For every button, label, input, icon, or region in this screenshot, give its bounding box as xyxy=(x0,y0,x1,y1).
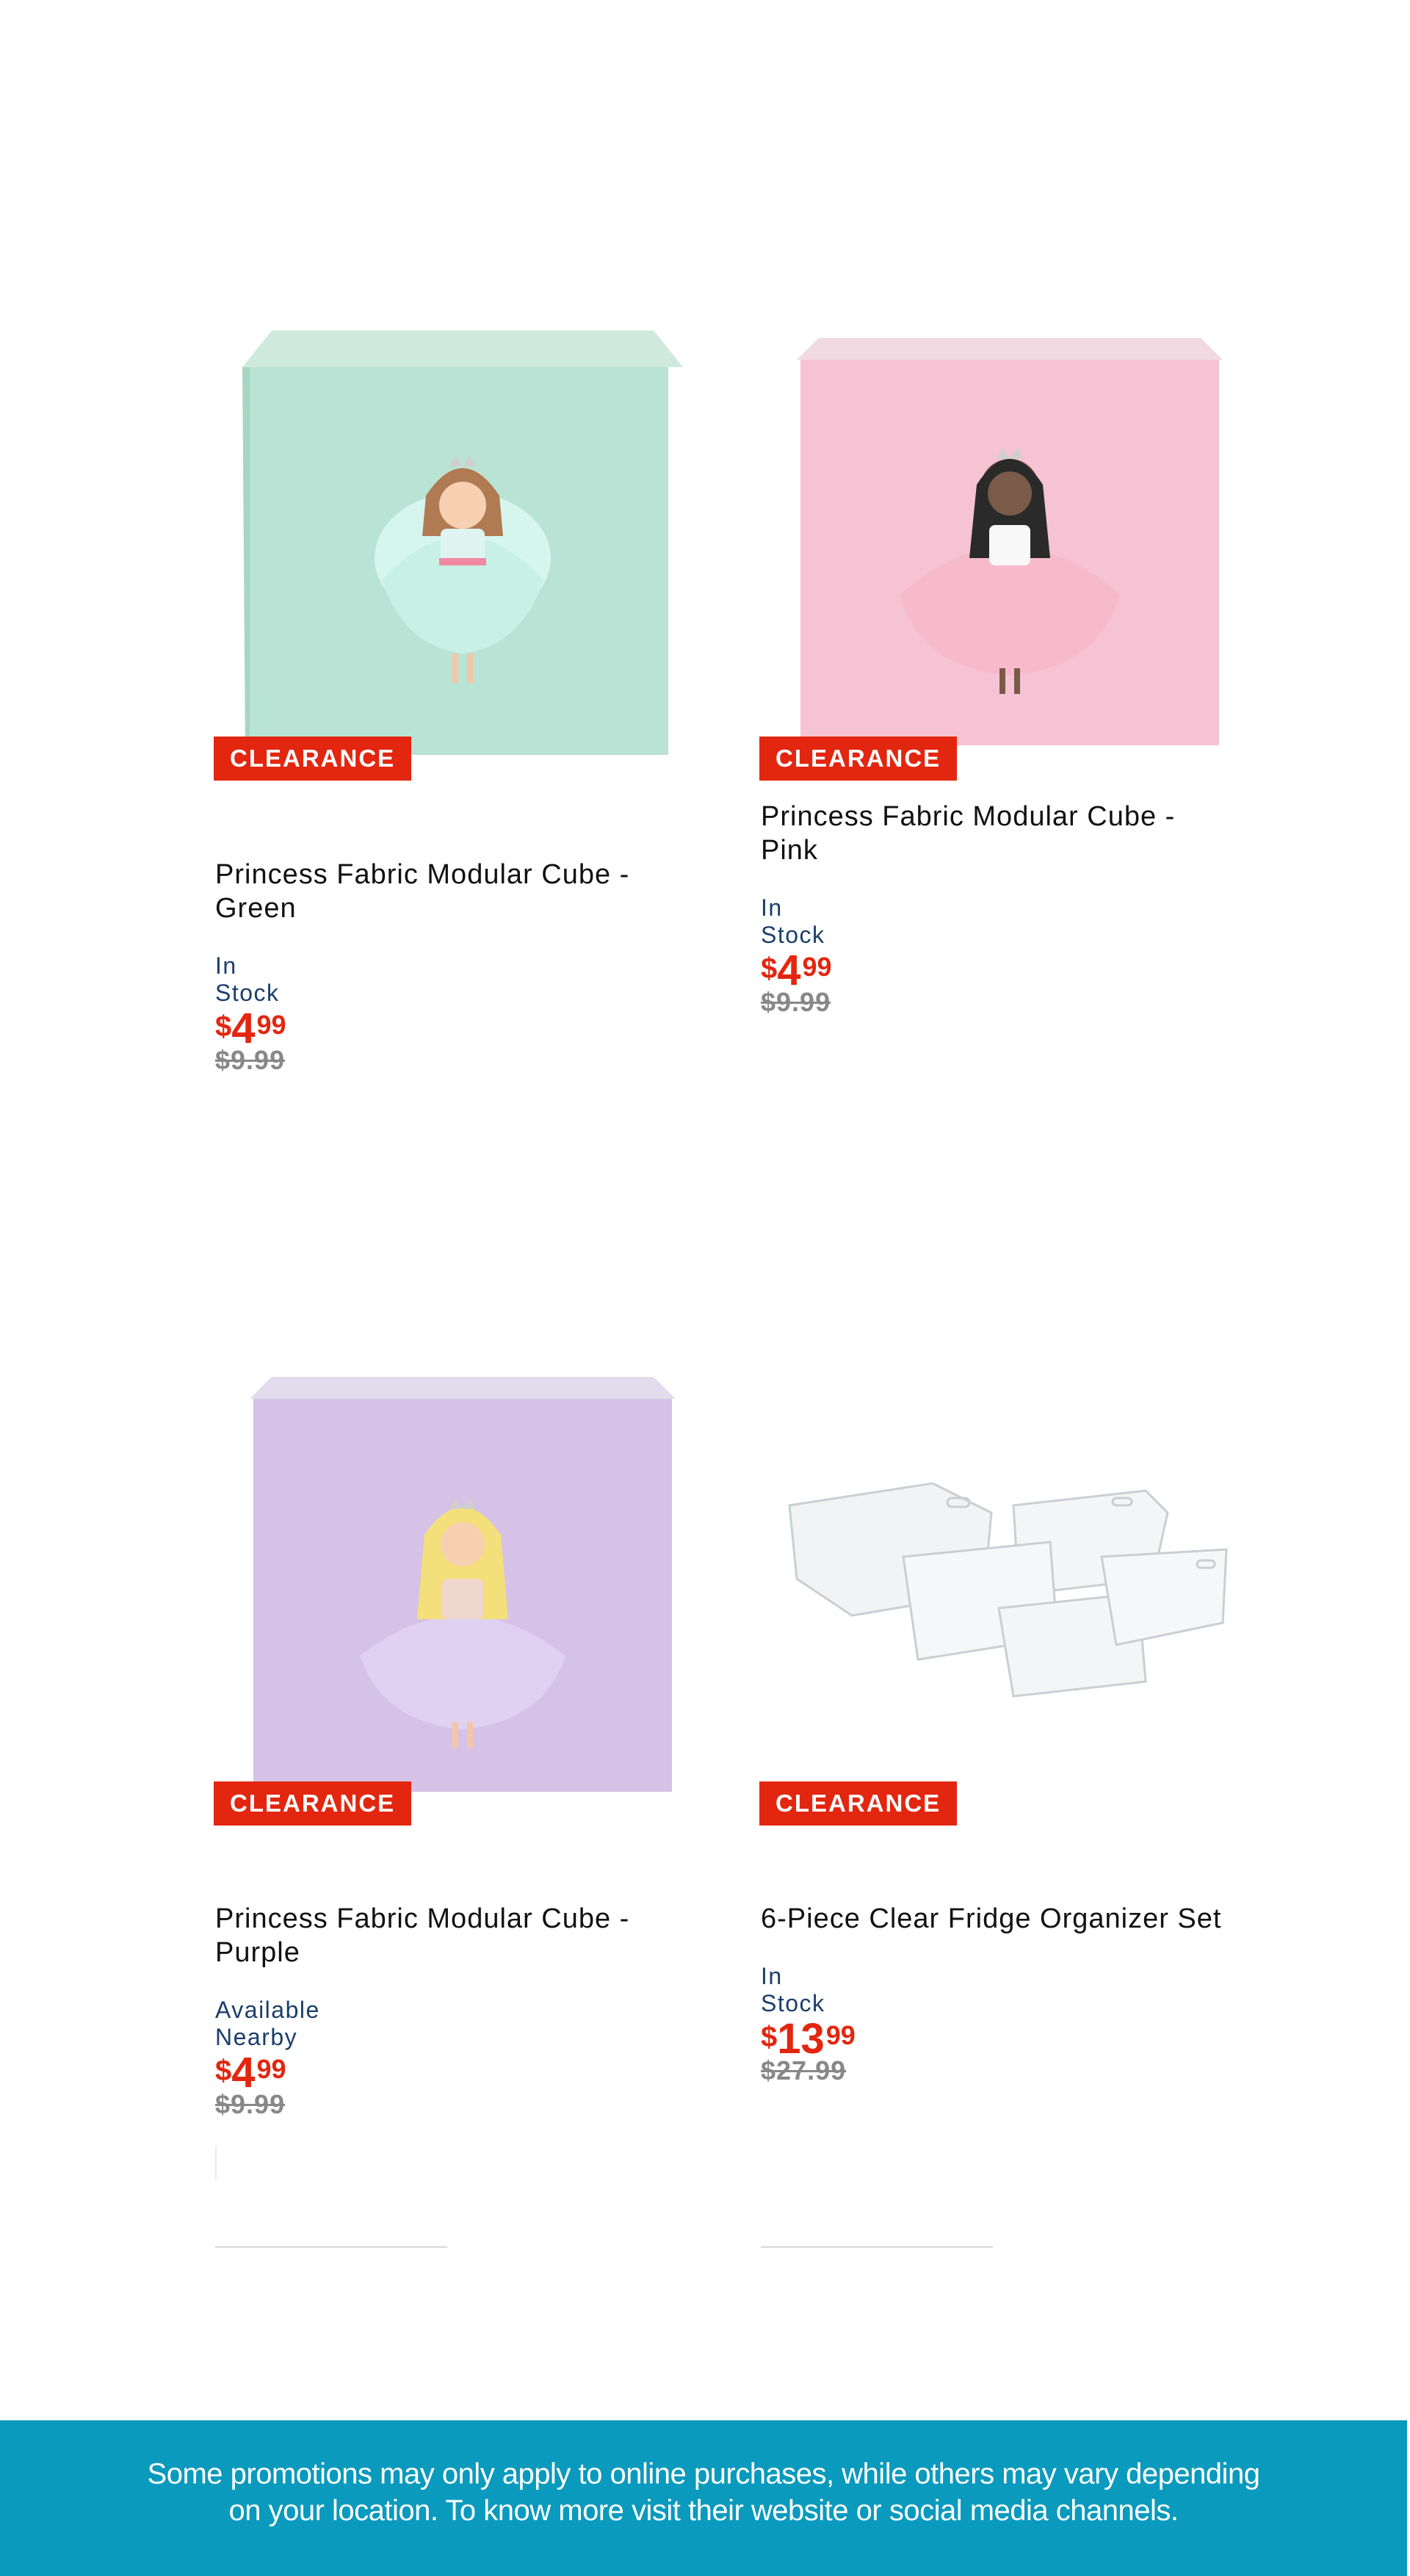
clearance-badge: CLEARANCE xyxy=(759,1781,958,1826)
sale-price: $1399 xyxy=(761,2018,856,2061)
price-cents: 99 xyxy=(256,1010,286,1040)
product-title[interactable]: 6-Piece Clear Fridge Organizer Set xyxy=(761,1902,1319,1936)
pink-princess-cube-image[interactable] xyxy=(797,323,1223,749)
product-title[interactable]: Princess Fabric Modular Cube - Pink xyxy=(761,800,1231,867)
price-cents: 99 xyxy=(802,952,832,982)
original-price: $27.99 xyxy=(761,2055,847,2085)
availability-status: In Stock xyxy=(761,1963,825,2016)
purple-princess-cube-image[interactable] xyxy=(250,1370,676,1795)
sale-price: $499 xyxy=(761,949,832,992)
clearance-badge: CLEARANCE xyxy=(759,737,958,781)
price-cents: 99 xyxy=(825,2020,856,2050)
currency-symbol: $ xyxy=(761,952,778,985)
original-price: $9.99 xyxy=(761,987,831,1017)
promotion-disclaimer-banner: Some promotions may only apply to online… xyxy=(0,2420,1407,2576)
green-princess-cube-image[interactable] xyxy=(242,316,683,756)
product-title[interactable]: Princess Fabric Modular Cube - Purple xyxy=(215,1902,685,1969)
clearance-badge: CLEARANCE xyxy=(214,737,412,781)
product-title[interactable]: Princess Fabric Modular Cube - Green xyxy=(215,858,685,925)
currency-symbol: $ xyxy=(215,1010,232,1043)
original-price: $9.99 xyxy=(215,1045,286,1075)
disclaimer-line-2: on your location. To know more visit the… xyxy=(228,2494,1179,2527)
currency-symbol: $ xyxy=(761,2021,778,2053)
disclaimer-line-1: Some promotions may only apply to online… xyxy=(147,2458,1260,2490)
availability-status: In Stock xyxy=(215,952,280,1006)
availability-status: Available Nearby xyxy=(215,1997,320,2050)
clear-organizer-set-image[interactable] xyxy=(786,1469,1234,1733)
clearance-badge: CLEARANCE xyxy=(214,1781,412,1826)
divider xyxy=(761,2246,993,2248)
divider xyxy=(215,2146,217,2179)
price-cents: 99 xyxy=(256,2054,286,2084)
availability-status: In Stock xyxy=(761,894,825,948)
sale-price: $499 xyxy=(215,1007,286,1050)
divider xyxy=(215,2246,447,2248)
original-price: $9.99 xyxy=(215,2089,286,2119)
sale-price: $499 xyxy=(215,2052,286,2094)
currency-symbol: $ xyxy=(215,2055,232,2087)
